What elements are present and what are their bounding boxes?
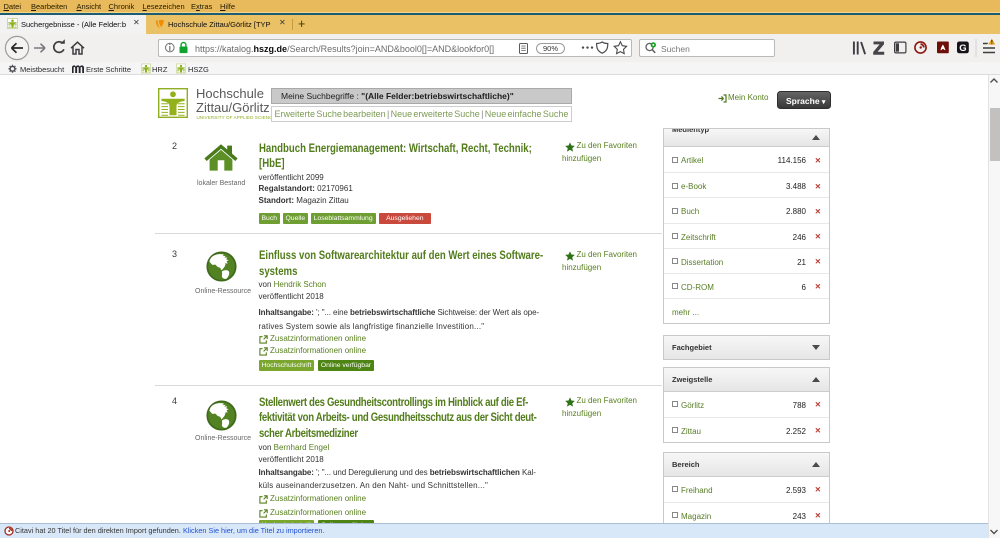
svg-text:G: G bbox=[959, 43, 966, 54]
